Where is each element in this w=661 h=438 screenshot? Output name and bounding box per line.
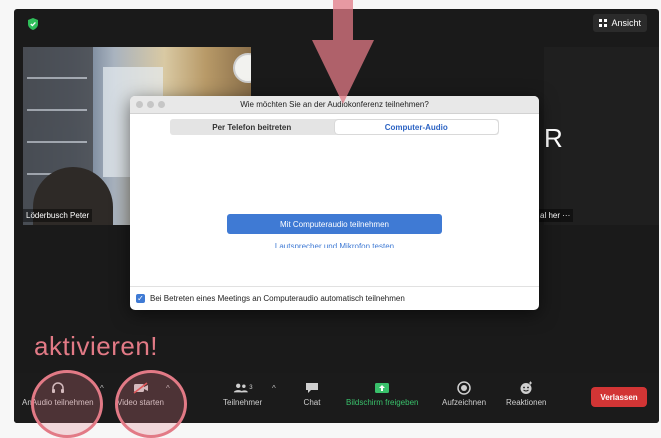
participants-options-chevron-icon[interactable]: ^ [272, 384, 276, 393]
join-computer-audio-button[interactable]: Mit Computeraudio teilnehmen [227, 214, 442, 234]
share-screen-label: Bildschirm freigeben [346, 398, 419, 407]
reactions-label: Reaktionen [506, 398, 547, 407]
leave-meeting-button[interactable]: Verlassen [591, 387, 647, 407]
record-label: Aufzeichnen [442, 398, 487, 407]
chat-button[interactable]: Chat [302, 381, 322, 407]
participant-name-label-partial: al her ··· [537, 209, 574, 222]
annotation-circle-video [115, 370, 187, 438]
test-speaker-mic-link[interactable]: Lautsprecher und Mikrofon testen [227, 241, 442, 248]
participants-button[interactable]: 3 Teilnehmer [223, 381, 262, 407]
meeting-toolbar: AnAudio teilnehmen ^ Video starten ^ 3 T… [14, 373, 659, 423]
video-background [233, 53, 251, 83]
minimize-window-icon[interactable] [147, 101, 154, 108]
reactions-button[interactable]: Reaktionen [506, 381, 546, 407]
view-button[interactable]: Ansicht [593, 14, 647, 32]
zoom-window-icon[interactable] [158, 101, 165, 108]
security-shield-icon[interactable] [26, 17, 40, 31]
participant-tile-avatar[interactable]: R [544, 47, 659, 225]
annotation-arrow-icon [312, 0, 374, 104]
participant-name-label: Löderbusch Peter [23, 209, 93, 222]
audio-mode-tabs: Per Telefon beitreten Computer-Audio [170, 119, 499, 135]
record-button[interactable]: Aufzeichnen [442, 381, 486, 407]
auto-join-checkbox-label: Bei Betreten eines Meetings an Computera… [150, 294, 405, 303]
record-icon [454, 381, 474, 395]
dialog-footer: ✓ Bei Betreten eines Meetings an Compute… [130, 286, 539, 310]
chat-icon [302, 381, 322, 395]
close-window-icon[interactable] [136, 101, 143, 108]
chat-label: Chat [303, 398, 321, 407]
tab-phone[interactable]: Per Telefon beitreten [170, 119, 334, 135]
tab-computer-audio[interactable]: Computer-Audio [334, 120, 498, 134]
emoji-reaction-icon [516, 381, 536, 395]
grid-icon [599, 19, 608, 27]
participants-count: 3 [249, 385, 253, 391]
auto-join-checkbox[interactable]: ✓ [136, 294, 145, 303]
annotation-text: aktivieren! [34, 331, 158, 361]
participant-initial: R [544, 123, 563, 153]
participants-icon: 3 [233, 381, 253, 395]
more-dots-icon[interactable]: ··· [562, 211, 570, 220]
participants-label: Teilnehmer [223, 398, 263, 407]
view-button-label: Ansicht [611, 18, 641, 28]
annotation-circle-audio [31, 370, 103, 438]
share-screen-button[interactable]: Bildschirm freigeben [346, 381, 418, 407]
share-screen-icon [372, 381, 392, 395]
audio-join-dialog: Wie möchten Sie an der Audiokonferenz te… [130, 96, 539, 310]
